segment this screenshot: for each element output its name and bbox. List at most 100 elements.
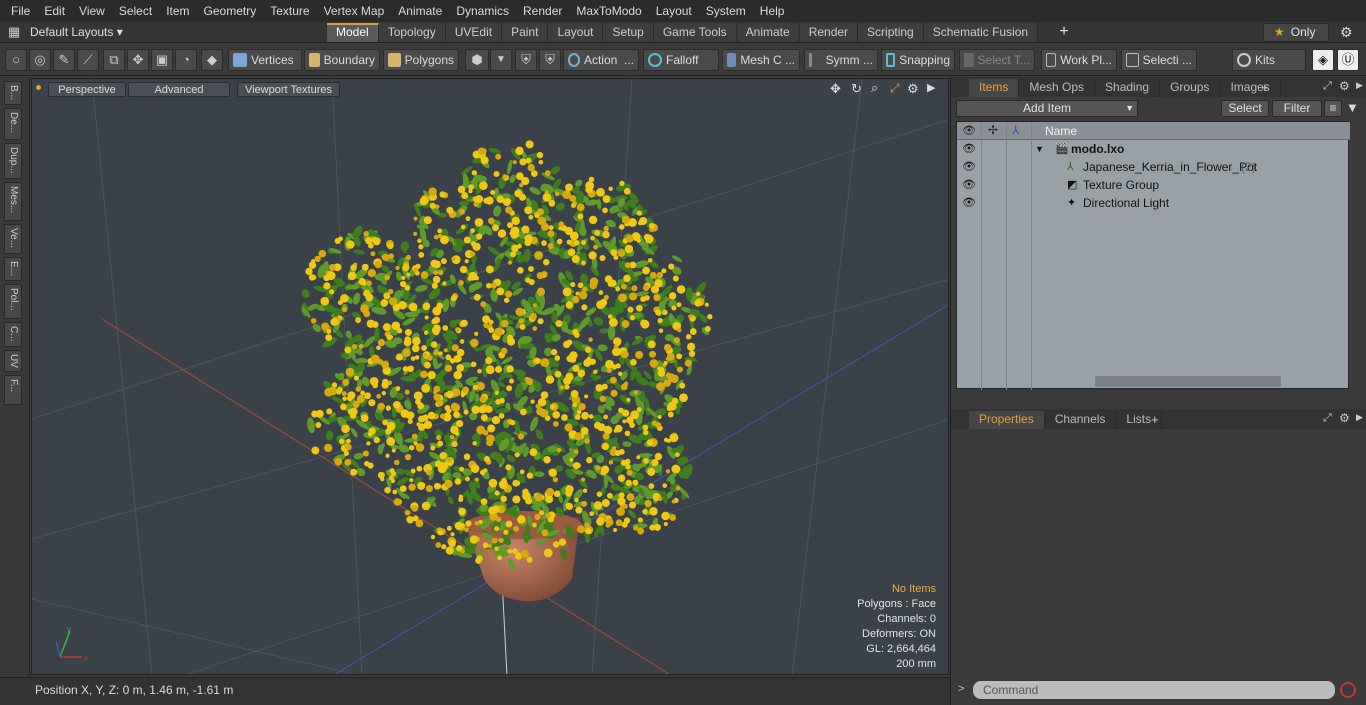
maximize-icon[interactable]: ⤢ — [890, 81, 900, 96]
items-expand-icon[interactable]: ⤢ — [1323, 80, 1332, 93]
menu-item[interactable]: View — [72, 4, 112, 18]
visibility-eye-icon[interactable]: 👁 — [962, 158, 976, 176]
funnel-icon[interactable]: ▼ — [1346, 100, 1359, 115]
viewport-gear-icon[interactable]: ⚙ — [907, 81, 919, 97]
list-options-icon[interactable]: ≡ — [1324, 100, 1342, 117]
menu-item[interactable]: Dynamics — [449, 4, 516, 18]
add-tab-icon[interactable]: + — [1056, 22, 1072, 43]
tab-mode[interactable]: Layout — [548, 23, 604, 42]
menu-item[interactable]: MaxToModo — [569, 4, 648, 18]
tab-items-panel[interactable]: Mesh Ops — [1019, 79, 1096, 97]
material-icon[interactable]: ⬢ — [465, 49, 489, 71]
expand-arrow-icon[interactable]: ▼ — [1035, 140, 1044, 158]
select-button[interactable]: Select — [1221, 100, 1269, 117]
list-item[interactable]: 👁 ⅄ Japanese_Kerria_in_Flower_Pot (2) — [957, 158, 1350, 176]
items-gear-icon[interactable]: ⚙ — [1339, 79, 1350, 93]
only-button[interactable]: ★ Only — [1263, 23, 1329, 42]
menu-item[interactable]: Vertex Map — [317, 4, 392, 18]
menu-item[interactable]: Item — [159, 4, 196, 18]
tab-mode[interactable]: Schematic Fusion — [923, 23, 1039, 42]
work-plane-button[interactable]: Work Pl... — [1041, 49, 1117, 71]
tab-mode[interactable]: Topology — [378, 23, 446, 42]
chevron-down-icon[interactable]: ▼ — [490, 49, 512, 71]
menu-item[interactable]: Select — [112, 4, 159, 18]
command-input[interactable]: Command — [973, 681, 1335, 699]
move-icon[interactable]: ✥ — [127, 49, 149, 71]
left-strip-tab[interactable]: Ve... — [4, 224, 22, 254]
zoom-icon[interactable]: ⌕ — [871, 80, 878, 96]
menu-item[interactable]: Render — [516, 4, 569, 18]
unity-icon[interactable]: ◈ — [1312, 49, 1334, 71]
tab-mode[interactable]: UVEdit — [445, 23, 503, 42]
tab-mode[interactable]: Render — [799, 23, 859, 42]
left-strip-tab[interactable]: C... — [4, 322, 22, 347]
item-mode-icon[interactable]: ◆ — [201, 49, 223, 71]
vertices-button[interactable]: Vertices — [228, 49, 302, 71]
tab-mode[interactable]: Scripting — [858, 23, 924, 42]
action-button[interactable]: Action ... — [563, 49, 639, 71]
tab-items-panel[interactable]: Groups — [1160, 79, 1221, 97]
items-arrow-icon[interactable]: ▶ — [1356, 80, 1363, 91]
tab-items-panel[interactable]: Images — [1220, 79, 1281, 97]
globe-icon[interactable]: ◎ — [29, 49, 51, 71]
items-plus-icon[interactable]: + — [1261, 80, 1269, 95]
grid-icon[interactable]: ▦ — [8, 25, 22, 39]
pen-icon[interactable]: ✎ — [53, 49, 75, 71]
select-through-button[interactable]: Select T... — [959, 49, 1035, 71]
boundary-button[interactable]: Boundary — [304, 49, 380, 71]
circle-select-icon[interactable]: ○ — [5, 49, 27, 71]
viewport-menu-dot[interactable] — [36, 85, 41, 90]
advanced-button[interactable]: Advanced — [128, 82, 230, 97]
visibility-eye-icon[interactable]: 👁 — [962, 140, 976, 158]
symmetry-button[interactable]: Symm ... — [804, 49, 878, 71]
menu-item[interactable]: File — [4, 4, 37, 18]
properties-plus-icon[interactable]: + — [1151, 412, 1159, 427]
perspective-button[interactable]: Perspective — [48, 82, 126, 97]
properties-expand-icon[interactable]: ⤢ — [1323, 412, 1332, 425]
snap-shield-icon[interactable]: ⛨ — [515, 49, 537, 71]
left-strip-tab[interactable]: Mes... — [4, 182, 22, 221]
left-strip-tab[interactable]: Pol... — [4, 284, 22, 319]
pan-icon[interactable]: ✥ — [830, 81, 841, 97]
list-item[interactable]: 👁 ▼ 🎬 modo.lxo — [957, 140, 1350, 158]
menu-item[interactable]: Help — [753, 4, 792, 18]
transform-icon[interactable]: ⧉ — [103, 49, 125, 71]
3d-viewport[interactable]: x y Perspective Advanced Viewport Textur… — [31, 78, 949, 675]
falloff-button[interactable]: Falloff — [643, 49, 719, 71]
menu-item[interactable]: Edit — [37, 4, 72, 18]
visibility-eye-icon[interactable]: 👁 — [962, 176, 976, 194]
tab-mode[interactable]: Model — [327, 23, 379, 42]
tab-mode[interactable]: Animate — [736, 23, 800, 42]
tab-items-panel[interactable]: Items — [969, 79, 1020, 97]
command-stop-icon[interactable] — [1340, 682, 1356, 698]
rotate-view-icon[interactable]: ↻ — [851, 81, 862, 97]
tab-mode[interactable]: Game Tools — [653, 23, 737, 42]
snap-shield-2-icon[interactable]: ⛨ — [539, 49, 561, 71]
menu-item[interactable]: System — [699, 4, 753, 18]
tab-items-panel[interactable]: Shading — [1095, 79, 1161, 97]
visibility-eye-icon[interactable]: 👁 — [962, 194, 976, 212]
tab-properties-panel[interactable]: Channels — [1045, 411, 1117, 429]
left-strip-tab[interactable]: De... — [4, 108, 22, 140]
snapping-button[interactable]: Snapping — [881, 49, 955, 71]
tab-mode[interactable]: Setup — [603, 23, 654, 42]
tab-mode[interactable]: Paint — [502, 23, 549, 42]
horizontal-scrollbar[interactable] — [1095, 376, 1281, 387]
left-strip-tab[interactable]: F... — [4, 375, 22, 405]
mesh-constraint-button[interactable]: Mesh C ... — [722, 49, 800, 71]
brush-icon[interactable]: ⟋ — [77, 49, 99, 71]
tab-properties-panel[interactable]: Properties — [969, 411, 1045, 429]
menu-item[interactable]: Animate — [391, 4, 449, 18]
gear-icon[interactable]: ⚙ — [1340, 24, 1356, 40]
left-strip-tab[interactable]: Dup... — [4, 143, 22, 179]
menu-item[interactable]: Geometry — [197, 4, 264, 18]
left-strip-tab[interactable]: UV — [4, 350, 22, 372]
viewport-textures-button[interactable]: Viewport Textures — [237, 82, 340, 97]
kits-button[interactable]: Kits — [1232, 49, 1306, 71]
properties-gear-icon[interactable]: ⚙ — [1339, 411, 1350, 425]
add-item-button[interactable]: Add Item ▼ — [956, 100, 1138, 117]
menu-item[interactable]: Texture — [263, 4, 316, 18]
rotate-icon[interactable]: ◔ — [175, 49, 197, 71]
left-strip-tab[interactable]: E... — [4, 257, 22, 281]
polygons-button[interactable]: Polygons — [383, 49, 459, 71]
